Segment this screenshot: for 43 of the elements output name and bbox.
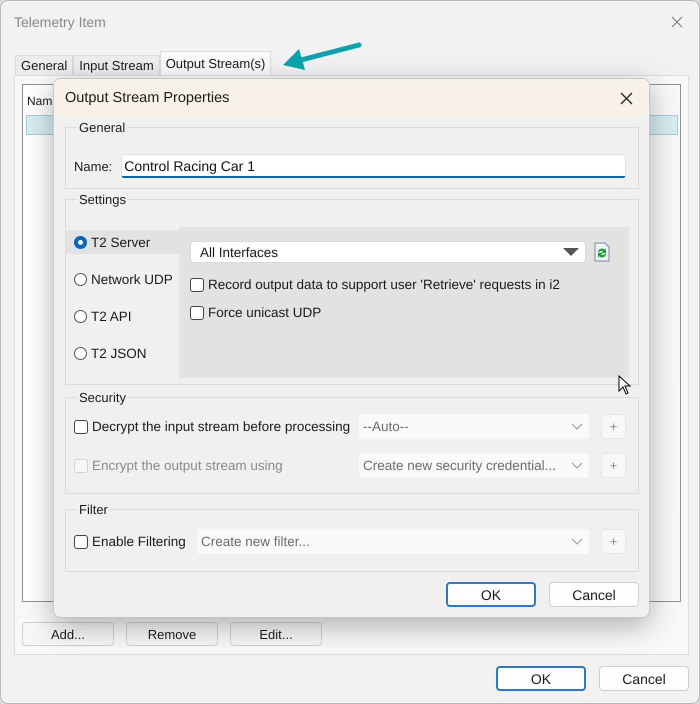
checkbox-label: Decrypt the input stream before processing bbox=[92, 419, 350, 434]
radio-option[interactable]: T2 API bbox=[66, 304, 179, 328]
list-button[interactable]: Edit... bbox=[230, 622, 322, 646]
list-button[interactable]: Remove bbox=[126, 622, 218, 646]
dialog-button[interactable]: OK bbox=[446, 582, 536, 607]
checkbox-label: Force unicast UDP bbox=[208, 305, 322, 320]
group-title: Filter bbox=[77, 502, 110, 517]
dropdown[interactable]: All Interfaces bbox=[190, 241, 586, 263]
checkbox[interactable] bbox=[190, 278, 204, 292]
dialog-button[interactable]: OK bbox=[496, 666, 586, 691]
refresh-button[interactable] bbox=[594, 242, 610, 262]
group-title: Settings bbox=[77, 192, 128, 207]
cursor-icon bbox=[618, 375, 631, 395]
radio-option[interactable]: T2 JSON bbox=[66, 341, 179, 365]
checkbox-label: Record output data to support user 'Retrieve' requests in i2 bbox=[208, 277, 560, 292]
checkbox-label: Enable Filtering bbox=[92, 534, 186, 549]
group-title: General bbox=[77, 120, 128, 135]
checkbox[interactable] bbox=[74, 420, 88, 434]
checkbox[interactable] bbox=[190, 306, 204, 320]
chevron-icon bbox=[571, 462, 583, 469]
dialog-button[interactable]: Cancel bbox=[599, 666, 689, 691]
tab[interactable]: Input Stream bbox=[73, 55, 160, 75]
chevron-icon bbox=[571, 538, 583, 545]
radio-option[interactable]: T2 Server bbox=[66, 230, 179, 254]
close-button[interactable] bbox=[618, 90, 635, 106]
dialog-button[interactable]: Cancel bbox=[549, 582, 639, 607]
window-title: Telemetry Item bbox=[14, 14, 106, 30]
dropdown[interactable]: Create new filter... bbox=[197, 529, 589, 554]
dropdown[interactable]: --Auto-- bbox=[359, 414, 589, 439]
refresh-icon bbox=[594, 242, 610, 262]
list-button[interactable]: Add... bbox=[22, 622, 114, 646]
field-label: Name: bbox=[74, 158, 112, 174]
caret-icon bbox=[563, 248, 579, 256]
dialog-title: Output Stream Properties bbox=[65, 90, 230, 106]
group-title: Security bbox=[77, 390, 128, 405]
column-header[interactable]: Nam bbox=[27, 94, 52, 108]
tab[interactable]: Output Stream(s) bbox=[160, 51, 272, 75]
chevron-icon bbox=[571, 423, 583, 430]
radio-option[interactable]: Network UDP bbox=[66, 267, 179, 291]
name-field[interactable]: Control Racing Car 1 bbox=[121, 154, 626, 178]
checkbox[interactable] bbox=[74, 534, 88, 548]
checkbox-label: Encrypt the output stream using bbox=[92, 458, 283, 473]
tab[interactable]: General bbox=[15, 55, 74, 75]
